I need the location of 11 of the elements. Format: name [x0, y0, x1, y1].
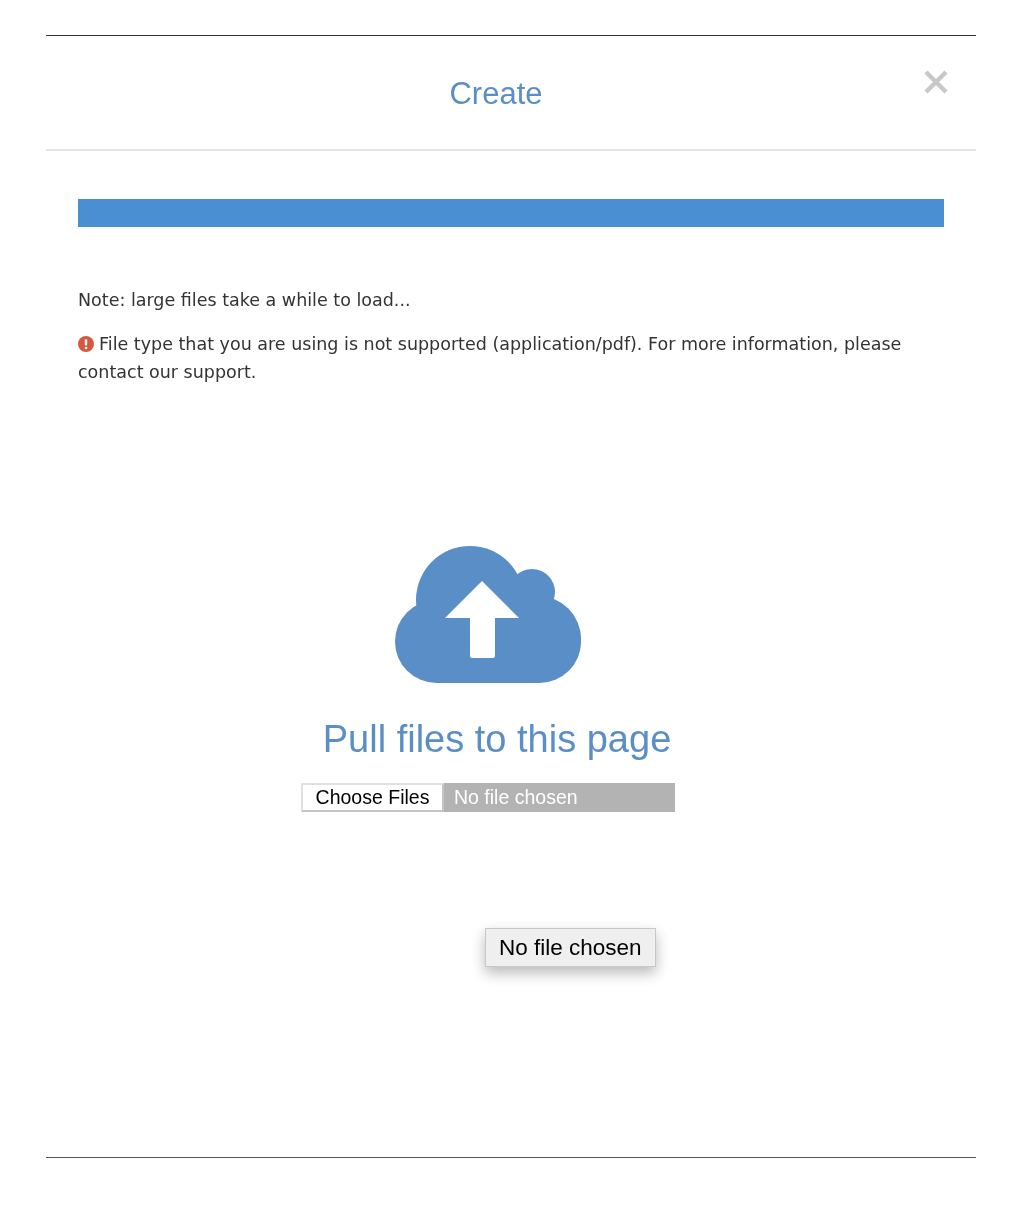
- cloud-upload-icon: [395, 546, 581, 683]
- file-status-text: No file chosen: [454, 786, 578, 809]
- close-icon[interactable]: [924, 70, 948, 94]
- error-message: File type that you are using is not supported (application/pdf). For more information, please contact our support.: [78, 333, 903, 384]
- alert-icon: [78, 336, 94, 352]
- tooltip: No file chosen: [485, 928, 656, 967]
- choose-files-button[interactable]: Choose Files: [301, 783, 444, 812]
- dropzone-heading: Pull files to this page: [322, 717, 672, 762]
- dialog-title: Create: [449, 74, 543, 113]
- note-text: Note: large files take a while to load...: [78, 289, 412, 312]
- file-input-field[interactable]: Choose Files No file chosen: [301, 783, 675, 812]
